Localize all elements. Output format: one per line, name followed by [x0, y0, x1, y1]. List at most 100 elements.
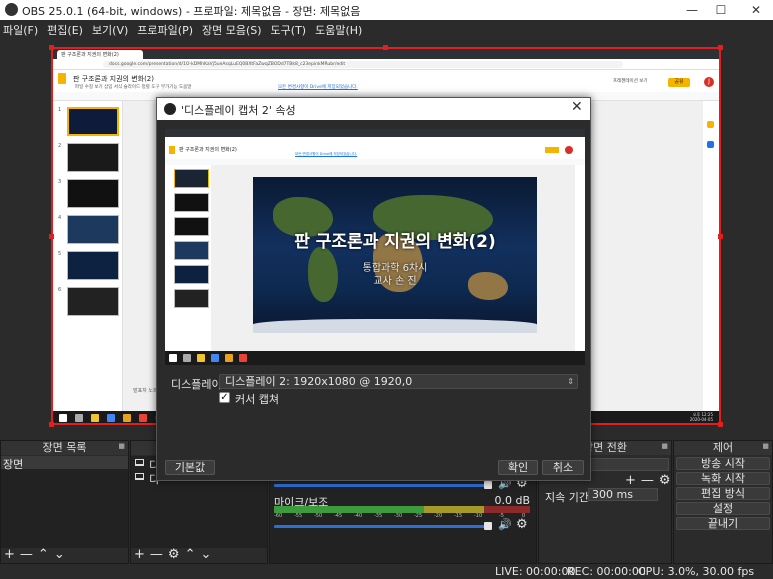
folder-icon: [91, 414, 99, 422]
menu-scene-collection[interactable]: 장면 모음(S): [199, 20, 268, 38]
cancel-button[interactable]: 취소: [542, 460, 584, 475]
resize-handle[interactable]: [49, 45, 54, 50]
dock-float-icon[interactable]: ■: [661, 442, 668, 450]
resize-handle[interactable]: [718, 422, 723, 427]
remove-source-icon[interactable]: —: [150, 547, 163, 562]
menu-view[interactable]: 보기(V): [89, 20, 134, 38]
docs-header: 판 구조론과 지권의 변화(2) 파일 수정 보기 삽입 서식 슬라이드 정렬 …: [53, 70, 719, 92]
title-bar: OBS 25.0.1 (64-bit, windows) - 프로파일: 제목없…: [0, 0, 773, 20]
mic-gear-icon[interactable]: ⚙: [516, 517, 528, 532]
scenes-dock-label: 장면 목록: [42, 441, 87, 454]
menu-file[interactable]: 파일(F): [0, 20, 44, 38]
transition-toolbar: + — ⚙: [625, 473, 676, 488]
inner-start-icon: [169, 354, 177, 362]
dock-float-icon[interactable]: ■: [762, 442, 769, 450]
resize-handle[interactable]: [718, 234, 723, 239]
duration-label: 지속 기간: [545, 491, 589, 504]
move-up-icon[interactable]: ⌃: [185, 547, 196, 562]
present-button: 프레젠테이션 보기: [613, 79, 648, 84]
source-settings-icon[interactable]: ⚙: [168, 547, 180, 562]
duration-input[interactable]: 300 ms: [588, 488, 658, 501]
studio-mode-button[interactable]: 편집 방식: [676, 487, 770, 500]
slide-title: 판 구조론과 지권의 변화(2): [294, 232, 496, 252]
windows-start-icon: [59, 414, 67, 422]
monitor-icon: [135, 473, 144, 480]
start-streaming-button[interactable]: 방송 시작: [676, 457, 770, 470]
status-bar: LIVE: 00:00:00 REC: 00:00:00 CPU: 3.0%, …: [0, 564, 773, 579]
thumb-number: 1: [58, 107, 62, 113]
inner-share-button: [545, 147, 559, 153]
volume-slider-knob[interactable]: [484, 481, 492, 489]
mic-speaker-icon[interactable]: 🔊: [498, 518, 512, 531]
inner-docs-header: 판 구조론과 지권의 변화(2) 모든 변경사항이 Drive에 저장되었습니다…: [165, 145, 585, 159]
live-status: LIVE: 00:00:00: [495, 565, 576, 578]
add-scene-icon[interactable]: +: [4, 547, 15, 562]
slide-author: 교사 손 진: [373, 276, 417, 287]
settings-button[interactable]: 설정: [676, 502, 770, 515]
display-select[interactable]: 디스플레이 2: 1920x1080 @ 1920,0 ⇕: [219, 374, 578, 389]
move-down-icon[interactable]: ⌄: [200, 547, 211, 562]
add-transition-icon[interactable]: +: [625, 473, 636, 488]
slide-filmstrip: 1 2 3 4 5 6: [53, 101, 123, 411]
slide-thumb: [67, 287, 119, 316]
slide-thumb: [67, 179, 119, 208]
dialog-close-button[interactable]: ✕: [571, 99, 583, 115]
cpu-status: CPU: 3.0%, 30.00 fps: [638, 565, 755, 578]
scene-item[interactable]: 장면: [1, 456, 128, 471]
capture-cursor-label: 커서 캡쳐: [235, 393, 279, 406]
slide-thumb: [67, 143, 119, 172]
remove-transition-icon[interactable]: —: [641, 473, 654, 488]
inner-avatar: [565, 146, 573, 154]
resize-handle[interactable]: [49, 422, 54, 427]
resize-handle[interactable]: [718, 45, 723, 50]
minimize-button[interactable]: —: [678, 0, 706, 20]
display-select-value: 디스플레이 2: 1920x1080 @ 1920,0: [225, 375, 413, 388]
dock-float-icon[interactable]: ■: [118, 442, 125, 450]
avatar: J: [704, 77, 714, 87]
inner-thumb: [174, 241, 209, 260]
menu-profile[interactable]: 프로파일(P): [134, 20, 199, 38]
rec-status: REC: 00:00:00: [567, 565, 646, 578]
browser-address-bar: docs.google.com/presentation/d/1O-kDMhKa…: [53, 59, 719, 70]
slide-thumb: [67, 107, 119, 136]
resize-handle[interactable]: [383, 45, 388, 50]
thumb-number: 2: [58, 143, 62, 149]
app-icon: [123, 414, 131, 422]
search-icon: [75, 414, 83, 422]
inner-thumb: [174, 217, 209, 236]
browser-tab: 판 구조론과 지권의 변화(2): [57, 50, 143, 59]
inner-store-icon: [211, 354, 219, 362]
obs-logo-icon: [5, 3, 18, 16]
controls-dock-label: 제어: [712, 441, 734, 454]
ok-button[interactable]: 확인: [498, 460, 538, 475]
menu-help[interactable]: 도움말(H): [312, 20, 368, 38]
volume-meter: [274, 506, 530, 513]
inner-folder-icon: [197, 354, 205, 362]
side-panel: [703, 101, 719, 411]
move-down-icon[interactable]: ⌄: [54, 547, 65, 562]
capture-cursor-checkbox[interactable]: ✓: [219, 392, 230, 403]
resize-handle[interactable]: [49, 234, 54, 239]
slide-thumb: [67, 251, 119, 280]
remove-scene-icon[interactable]: —: [20, 547, 33, 562]
mic-volume-slider-knob[interactable]: [484, 522, 492, 530]
start-recording-button[interactable]: 녹화 시작: [676, 472, 770, 485]
maximize-button[interactable]: ☐: [707, 0, 735, 20]
mic-volume-slider-track[interactable]: [274, 525, 492, 528]
close-button[interactable]: ✕: [742, 0, 770, 20]
exit-button[interactable]: 끝내기: [676, 517, 770, 530]
slides-logo-icon: [58, 73, 66, 84]
volume-slider-track[interactable]: [274, 484, 492, 487]
defaults-button[interactable]: 기본값: [165, 460, 215, 475]
transition-settings-icon[interactable]: ⚙: [659, 473, 671, 488]
menu-tools[interactable]: 도구(T): [268, 20, 313, 38]
move-up-icon[interactable]: ⌃: [38, 547, 49, 562]
browser-url: docs.google.com/presentation/d/1O-kDMhKa…: [103, 61, 623, 68]
scenes-dock-title: 장면 목록: [1, 441, 128, 455]
inner-search-icon: [183, 354, 191, 362]
inner-side-panel: [575, 165, 585, 351]
add-source-icon[interactable]: +: [134, 547, 145, 562]
menu-edit[interactable]: 편집(E): [44, 20, 89, 38]
scenes-list: 장면: [1, 456, 128, 548]
share-button: 공유: [668, 78, 690, 87]
